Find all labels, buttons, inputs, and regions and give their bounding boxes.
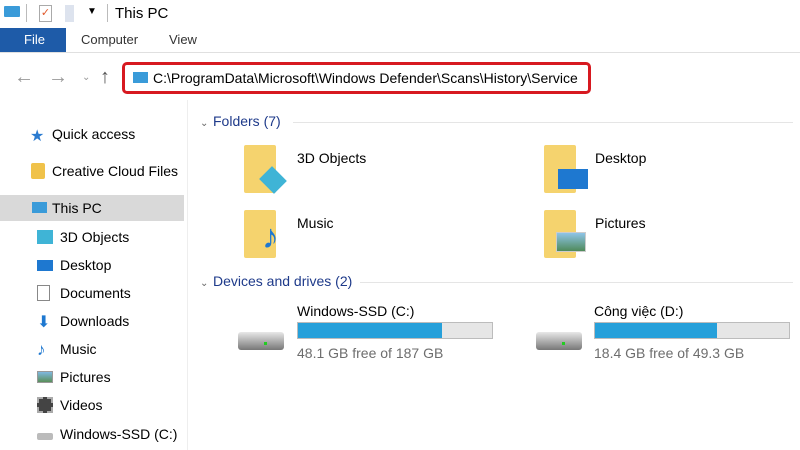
folder-desktop-icon [544, 145, 588, 193]
drive-icon [536, 332, 582, 350]
computer-icon [4, 6, 20, 17]
folder-label: Desktop [595, 150, 647, 166]
drive-free-space: 48.1 GB free of 187 GB [297, 345, 444, 361]
desktop-icon [37, 260, 53, 271]
ribbon-divider [0, 52, 800, 53]
chevron-down-icon: ⌄ [200, 278, 209, 289]
folder-label: 3D Objects [297, 150, 367, 166]
folder-3d-objects[interactable]: 3D Objects [240, 143, 440, 195]
sidebar-item-label: This PC [52, 200, 102, 216]
drive-label: Windows-SSD (C:) [297, 303, 415, 319]
download-icon: ⬇ [37, 314, 51, 331]
sidebar-item-label: Creative Cloud Files [52, 163, 179, 179]
address-bar[interactable]: C:\ProgramData\Microsoft\Windows Defende… [122, 62, 591, 94]
sidebar-item-label: Videos [60, 397, 103, 413]
music-icon: ♪ [37, 340, 46, 359]
drives-header-label: Devices and drives (2) [213, 273, 353, 289]
sidebar-item-pictures[interactable]: Pictures [0, 364, 184, 390]
star-icon: ★ [30, 128, 45, 145]
folder-pictures[interactable]: Pictures [540, 208, 740, 260]
computer-icon [133, 72, 148, 83]
up-button[interactable]: ↑ [100, 66, 110, 89]
drive-c[interactable]: Windows-SSD (C:) 48.1 GB free of 187 GB [234, 300, 499, 362]
creative-cloud-icon [31, 163, 45, 179]
tab-file-label: File [24, 32, 45, 47]
address-path: C:\ProgramData\Microsoft\Windows Defende… [153, 70, 578, 86]
sidebar-item-label: 3D Objects [60, 229, 130, 245]
drive-free-space: 18.4 GB free of 49.3 GB [594, 345, 745, 361]
drive-icon [37, 433, 53, 440]
drives-section-header[interactable]: ⌄ Devices and drives (2) [200, 273, 352, 289]
sidebar-item-videos[interactable]: Videos [0, 392, 184, 418]
folder-music[interactable]: ♪ Music [240, 208, 440, 260]
properties-icon[interactable]: ✓ [39, 5, 52, 22]
tab-view[interactable]: View [169, 28, 197, 52]
back-button[interactable]: ← [14, 66, 34, 89]
folder-3d-icon [244, 145, 287, 194]
folder-label: Music [297, 215, 334, 231]
title-bar: ✓ ▼ This PC [0, 0, 800, 28]
computer-icon [32, 202, 47, 213]
forward-button[interactable]: → [48, 66, 68, 89]
sidebar-item-this-pc[interactable]: This PC [0, 195, 184, 221]
chevron-down-icon: ⌄ [200, 118, 209, 129]
drive-usage-fill [595, 323, 718, 338]
drive-usage-bar [297, 322, 493, 339]
folder-label: Pictures [595, 215, 646, 231]
drive-d[interactable]: Công việc (D:) 18.4 GB free of 49.3 GB [532, 300, 797, 362]
section-divider [293, 122, 793, 123]
sidebar-item-label: Pictures [60, 369, 111, 385]
folder-music-icon: ♪ [244, 210, 279, 258]
tab-file[interactable]: File [0, 28, 66, 52]
folder-desktop[interactable]: Desktop [540, 143, 740, 195]
sidebar-item-creative-cloud[interactable]: Creative Cloud Files [0, 158, 184, 184]
tab-computer[interactable]: Computer [81, 28, 138, 52]
sidebar-item-quick-access[interactable]: ★ Quick access [0, 121, 184, 147]
sidebar-item-windows-ssd[interactable]: Windows-SSD (C:) [0, 421, 184, 447]
sidebar-item-music[interactable]: ♪ Music [0, 336, 184, 362]
sidebar-item-label: Downloads [60, 313, 130, 329]
sidebar-item-label: Quick access [52, 126, 136, 142]
sidebar-item-label: Desktop [60, 257, 112, 273]
sidebar-item-3d-objects[interactable]: 3D Objects [0, 224, 184, 250]
window-title: This PC [115, 5, 169, 22]
recent-locations-button[interactable]: ⌄ [82, 72, 90, 83]
folders-header-label: Folders (7) [213, 113, 281, 129]
sidebar-item-label: Music [60, 341, 97, 357]
drive-usage-bar [594, 322, 790, 339]
picture-icon [37, 371, 53, 383]
sidebar-item-desktop[interactable]: Desktop [0, 252, 184, 278]
drive-label: Công việc (D:) [594, 303, 684, 319]
drive-icon [238, 332, 284, 350]
section-divider [360, 282, 793, 283]
customize-toolbar-icon[interactable]: ▼ [87, 6, 97, 17]
cube-icon [37, 230, 53, 244]
document-icon [37, 285, 50, 301]
new-folder-icon[interactable] [65, 5, 74, 22]
drive-usage-fill [298, 323, 442, 338]
sidebar-item-downloads[interactable]: ⬇ Downloads [0, 308, 184, 334]
sidebar-item-documents[interactable]: Documents [0, 280, 184, 306]
sidebar-item-label: Windows-SSD (C:) [60, 426, 178, 442]
pane-divider [187, 100, 188, 450]
folder-pictures-icon [544, 210, 586, 258]
sidebar-item-label: Documents [60, 285, 131, 301]
video-icon [37, 397, 53, 413]
folders-section-header[interactable]: ⌄ Folders (7) [200, 113, 281, 129]
